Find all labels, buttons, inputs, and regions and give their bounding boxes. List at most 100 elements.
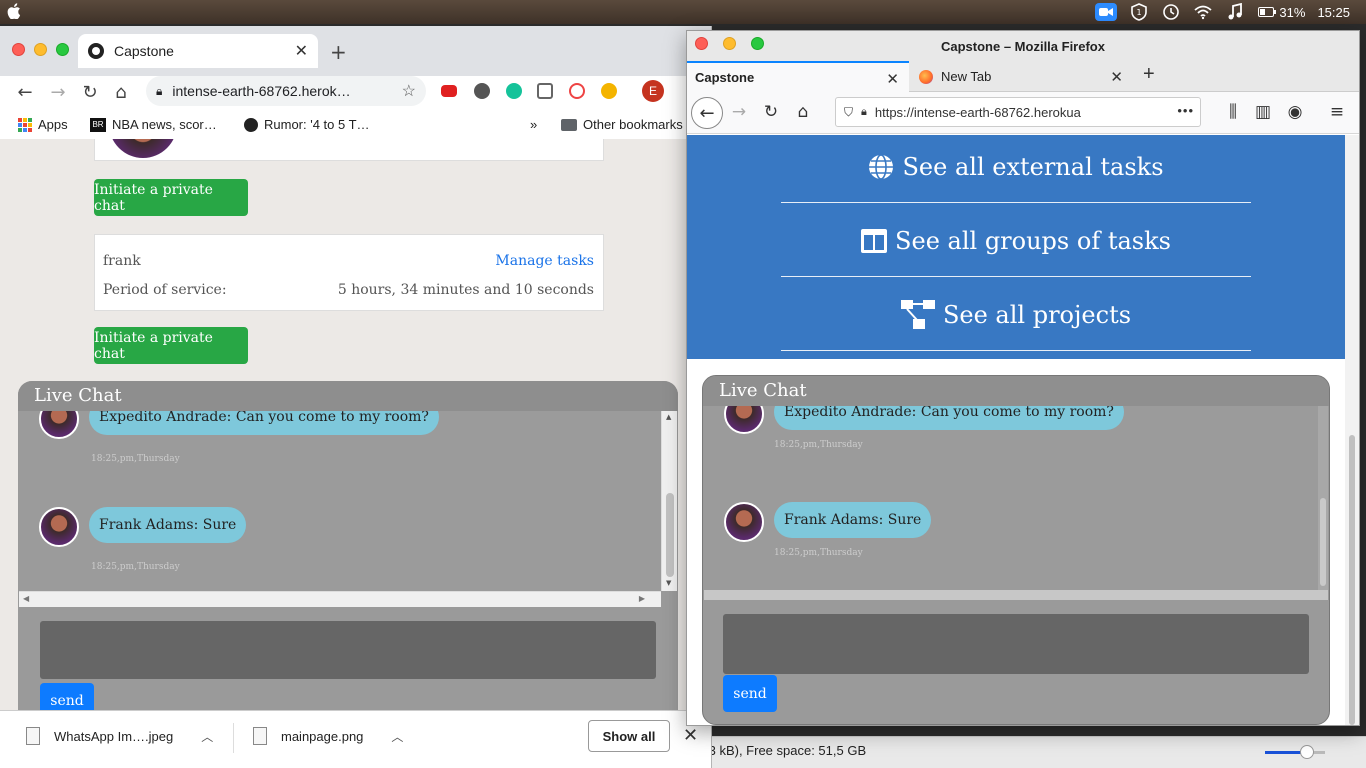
grammarly-icon[interactable]: [506, 83, 522, 99]
avatar: [39, 411, 79, 439]
reload-icon[interactable]: ↻: [79, 82, 101, 103]
bookmark-nba-news[interactable]: BR NBA news, scor…: [90, 117, 217, 132]
home-icon[interactable]: ⌂: [791, 102, 815, 122]
scroll-down-arrow-icon[interactable]: ▼: [666, 579, 671, 587]
user-card-frank: frank Manage tasks Period of service: 5 …: [94, 234, 604, 311]
chat-vertical-scrollbar[interactable]: [1318, 406, 1328, 590]
back-icon[interactable]: ←: [691, 97, 723, 129]
new-tab-button[interactable]: +: [330, 40, 347, 64]
chat-horizontal-scrollbar[interactable]: [704, 590, 1328, 600]
firefox-tab-capstone[interactable]: Capstone ✕: [687, 61, 909, 92]
close-tab-icon[interactable]: ✕: [886, 70, 899, 88]
chat-message: Expedito Andrade: Can you come to my roo…: [39, 411, 439, 439]
new-tab-button[interactable]: +: [1143, 63, 1155, 86]
bookmark-apps[interactable]: Apps: [18, 117, 68, 132]
chat-messages-area[interactable]: Expedito Andrade: Can you come to my roo…: [19, 411, 661, 591]
page-actions-icon[interactable]: •••: [1177, 103, 1194, 118]
scrollbar-thumb[interactable]: [1320, 498, 1326, 586]
zoom-slider[interactable]: [1265, 745, 1325, 759]
scrollbar-thumb[interactable]: [666, 493, 674, 577]
camera-extension-icon[interactable]: [537, 83, 553, 99]
maximize-window-button[interactable]: [56, 43, 69, 56]
send-button[interactable]: send: [723, 675, 777, 712]
columns-icon: [861, 228, 888, 253]
chat-message-input[interactable]: [40, 621, 656, 679]
free-space-text: ,3 kB), Free space: 51,5 GB: [705, 743, 867, 758]
owl-extension-icon[interactable]: [601, 83, 617, 99]
forward-icon[interactable]: →: [727, 102, 751, 122]
chat-vertical-scrollbar[interactable]: ▲ ▼: [661, 411, 677, 591]
message-timestamp: 18:25,pm,Thursday: [91, 454, 180, 464]
zoom-icon[interactable]: [1095, 3, 1118, 21]
firefox-tab-bar: Capstone ✕ New Tab ✕ +: [687, 61, 1359, 92]
reload-icon[interactable]: ↻: [759, 102, 783, 122]
bookmarks-overflow-button[interactable]: »: [530, 117, 537, 132]
chat-horizontal-scrollbar[interactable]: ◀ ▶: [19, 591, 661, 607]
message-timestamp: 18:25,pm,Thursday: [91, 562, 180, 572]
message-bubble: Frank Adams: Sure: [774, 502, 932, 538]
chrome-tab-capstone[interactable]: Capstone ✕: [78, 34, 318, 68]
show-all-downloads-button[interactable]: Show all: [588, 720, 670, 752]
music-note-icon[interactable]: [1225, 3, 1245, 21]
lock-icon[interactable]: 🔒︎: [156, 84, 162, 99]
home-icon[interactable]: ⌂: [110, 82, 132, 103]
scroll-right-arrow-icon[interactable]: ▶: [639, 594, 645, 603]
chat-message-input[interactable]: [723, 614, 1309, 674]
scrollbar-thumb[interactable]: [1349, 435, 1355, 725]
initiate-private-chat-button[interactable]: Initiate a private chat: [94, 179, 248, 216]
bookmark-star-icon[interactable]: ☆: [402, 81, 416, 101]
chevron-up-icon[interactable]: ︿: [201, 728, 213, 745]
lock-icon[interactable]: 🔒︎: [861, 106, 867, 119]
minimize-window-button[interactable]: [34, 43, 47, 56]
close-window-button[interactable]: [12, 43, 25, 56]
firefox-tab-new-tab[interactable]: New Tab ✕: [911, 61, 1133, 92]
hamburger-menu-icon[interactable]: ≡: [1325, 102, 1349, 122]
chat-messages-area[interactable]: Expedito Andrade: Can you come to my roo…: [704, 406, 1318, 590]
zoom-slider-knob[interactable]: [1300, 745, 1314, 759]
library-icon[interactable]: ⫼: [1221, 102, 1245, 122]
address-bar[interactable]: 🔒︎ intense-earth-68762.herok… ☆: [146, 76, 426, 106]
apple-icon[interactable]: [7, 3, 21, 19]
firefox-url-bar[interactable]: ⛉ 🔒︎ https://intense-earth-68762.herokua…: [835, 97, 1201, 127]
back-icon[interactable]: ←: [14, 82, 36, 103]
nav-see-all-projects[interactable]: See all projects: [781, 279, 1251, 351]
chat-message: Expedito Andrade: Can you come to my roo…: [724, 406, 1124, 434]
close-tab-icon[interactable]: ✕: [1110, 68, 1123, 86]
forward-icon[interactable]: →: [47, 82, 69, 103]
chrome-toolbar: ← → ↻ ⌂ 🔒︎ intense-earth-68762.herok… ☆ …: [0, 76, 711, 110]
page-vertical-scrollbar[interactable]: [1345, 135, 1359, 725]
bookmark-other-bookmarks[interactable]: Other bookmarks: [561, 117, 683, 132]
live-chat-panel: Live Chat Expedito Andrade: Can you come…: [702, 375, 1330, 725]
lastpass-icon[interactable]: [569, 83, 585, 99]
time-machine-icon[interactable]: [1161, 3, 1181, 21]
bookmark-rumor[interactable]: Rumor: '4 to 5 T…: [244, 117, 370, 132]
bookmark-label: Other bookmarks: [583, 117, 683, 132]
macos-menu-bar: 1 31% 15:25: [0, 0, 1366, 24]
close-downloads-bar-icon[interactable]: ✕: [683, 725, 698, 746]
menu-clock[interactable]: 15:25: [1317, 5, 1350, 20]
download-item[interactable]: WhatsApp Im….jpeg ︿: [26, 727, 213, 745]
blue-nav-panel: See all external tasks See all groups of…: [687, 135, 1345, 359]
nav-see-all-groups-of-tasks[interactable]: See all groups of tasks: [781, 205, 1251, 277]
scroll-left-arrow-icon[interactable]: ◀: [23, 594, 29, 603]
close-tab-icon[interactable]: ✕: [295, 41, 308, 61]
profile-avatar[interactable]: E: [642, 80, 664, 102]
account-icon[interactable]: ◉: [1283, 102, 1307, 122]
wifi-icon[interactable]: [1193, 3, 1213, 21]
user-name: frank: [103, 253, 141, 269]
downloads-bar: WhatsApp Im….jpeg ︿ mainpage.png ︿ Show …: [0, 710, 711, 768]
shield-icon[interactable]: 1: [1129, 3, 1149, 21]
scroll-up-arrow-icon[interactable]: ▲: [666, 413, 671, 421]
manage-tasks-link[interactable]: Manage tasks: [495, 253, 594, 269]
message-timestamp: 18:25,pm,Thursday: [774, 548, 863, 558]
chevron-up-icon[interactable]: ︿: [391, 728, 403, 745]
nav-see-all-external-tasks[interactable]: See all external tasks: [781, 135, 1251, 203]
tracking-shield-icon[interactable]: ⛉: [844, 105, 853, 120]
battery-icon[interactable]: [1257, 3, 1277, 21]
extension-circle-icon[interactable]: [474, 83, 490, 99]
initiate-private-chat-button[interactable]: Initiate a private chat: [94, 327, 248, 364]
address-text: intense-earth-68762.herok…: [172, 83, 351, 99]
download-item[interactable]: mainpage.png ︿: [253, 727, 403, 745]
youtube-extension-icon[interactable]: [441, 85, 457, 97]
sidebar-icon[interactable]: ▥: [1251, 102, 1275, 122]
